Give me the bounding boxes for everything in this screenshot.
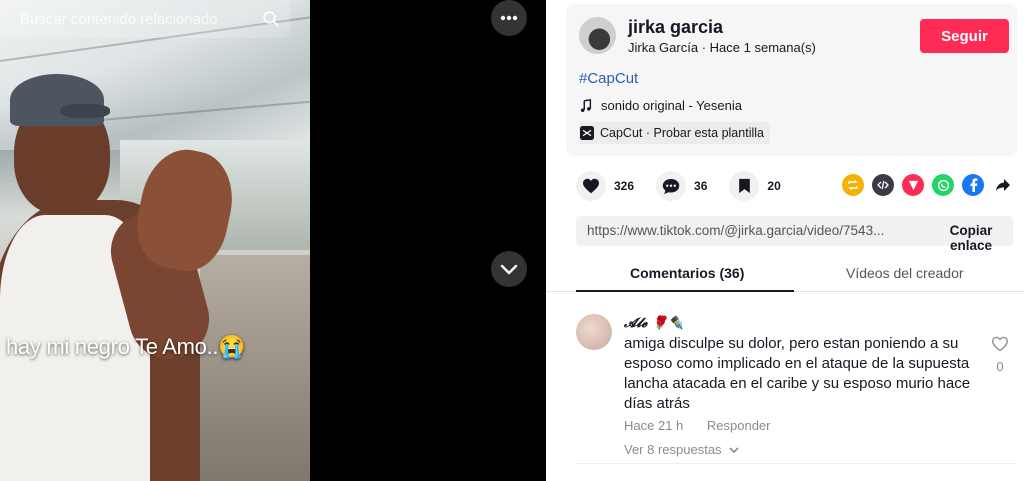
whatsapp-icon[interactable] [932, 174, 954, 196]
engagement-actions: 326 36 20 [576, 171, 803, 201]
hashtag-link[interactable]: #CapCut [579, 70, 638, 87]
active-tab-indicator [576, 290, 794, 292]
comment-divider [576, 463, 1016, 464]
tab-comments[interactable]: Comentarios (36) [630, 265, 744, 281]
save-count: 20 [767, 179, 781, 193]
video-subject [10, 74, 104, 126]
heart-icon [583, 178, 599, 194]
chevron-down-icon [500, 264, 518, 275]
save-button[interactable] [729, 171, 760, 201]
view-replies-button[interactable]: Ver 8 respuestas [624, 442, 740, 457]
video-frame[interactable]: hay mi negro Te Amo..😭 [0, 0, 310, 481]
repost-icon[interactable] [842, 174, 864, 196]
follow-button[interactable]: Seguir [920, 19, 1009, 53]
share-arrow-icon[interactable] [992, 174, 1014, 196]
commenter-name[interactable]: 𝓐𝓵𝓮 🌹✒️ [624, 316, 684, 331]
comment-text: amiga disculpe su dolor, pero estan poni… [624, 335, 971, 412]
author-display-name[interactable]: Jirka García [628, 40, 698, 55]
author-avatar[interactable] [579, 17, 616, 54]
like-action[interactable]: 326 [576, 171, 634, 201]
view-replies-label: Ver 8 respuestas [624, 442, 722, 457]
capcut-icon [580, 126, 594, 140]
video-player[interactable]: hay mi negro Te Amo..😭 [0, 0, 546, 481]
share-options [842, 174, 1022, 196]
meta-separator: · [701, 40, 707, 55]
video-background [200, 255, 310, 481]
template-label: CapCut · Probar esta plantilla [600, 126, 764, 140]
next-video-button[interactable] [491, 251, 527, 287]
facebook-icon[interactable] [962, 174, 984, 196]
video-link-box: https://www.tiktok.com/@jirka.garcia/vid… [576, 216, 1013, 253]
reply-button[interactable]: Responder [707, 418, 771, 433]
comment-action[interactable]: 36 [656, 171, 707, 201]
search-icon[interactable] [262, 10, 280, 28]
author-username[interactable]: jirka garcia [628, 17, 723, 38]
comment-like-button[interactable] [988, 336, 1012, 357]
video-subject [60, 104, 110, 118]
comment-bubble-icon [662, 178, 680, 194]
author-meta: Jirka García · Hace 1 semana(s) [628, 40, 816, 55]
comment-like-count: 0 [996, 359, 1004, 374]
tab-creator-videos[interactable]: Vídeos del creador [846, 265, 964, 281]
comment-item: 𝓐𝓵𝓮 🌹✒️ amiga disculpe su dolor, pero es… [576, 312, 1016, 462]
comment-meta: Hace 21 h Responder [624, 418, 791, 433]
sound-label: sonido original - Yesenia [601, 98, 742, 113]
capcut-template-link[interactable]: CapCut · Probar esta plantilla [579, 122, 770, 144]
post-date: Hace 1 semana(s) [709, 40, 816, 55]
content-tabs: Comentarios (36) Vídeos del creador [546, 258, 1024, 292]
like-count: 326 [614, 179, 635, 193]
copy-link-button[interactable]: Copiar enlace [929, 223, 1013, 253]
save-action[interactable]: 20 [729, 171, 781, 201]
video-caption: hay mi negro Te Amo..😭 [6, 334, 246, 359]
details-panel: jirka garcia Jirka García · Hace 1 seman… [546, 0, 1024, 481]
sound-link[interactable]: sonido original - Yesenia [579, 98, 742, 113]
video-link-url[interactable]: https://www.tiktok.com/@jirka.garcia/vid… [587, 223, 895, 238]
post-info-card: jirka garcia Jirka García · Hace 1 seman… [566, 4, 1017, 156]
comment-button[interactable] [656, 171, 687, 201]
tiktok-video-page: hay mi negro Te Amo..😭 jirka garcia [0, 0, 1024, 481]
related-search [0, 0, 310, 38]
comment-time: Hace 21 h [624, 418, 684, 433]
ellipsis-icon [500, 15, 518, 21]
commenter-avatar[interactable] [576, 314, 612, 350]
music-note-icon [580, 98, 592, 112]
chevron-down-icon [728, 446, 739, 453]
send-icon[interactable] [902, 174, 924, 196]
related-search-input[interactable] [0, 0, 290, 38]
bookmark-icon [739, 178, 750, 194]
heart-outline-icon [992, 336, 1008, 352]
embed-icon[interactable] [872, 174, 894, 196]
more-options-button[interactable] [491, 0, 527, 36]
comment-count: 36 [694, 179, 708, 193]
like-button[interactable] [576, 171, 606, 201]
